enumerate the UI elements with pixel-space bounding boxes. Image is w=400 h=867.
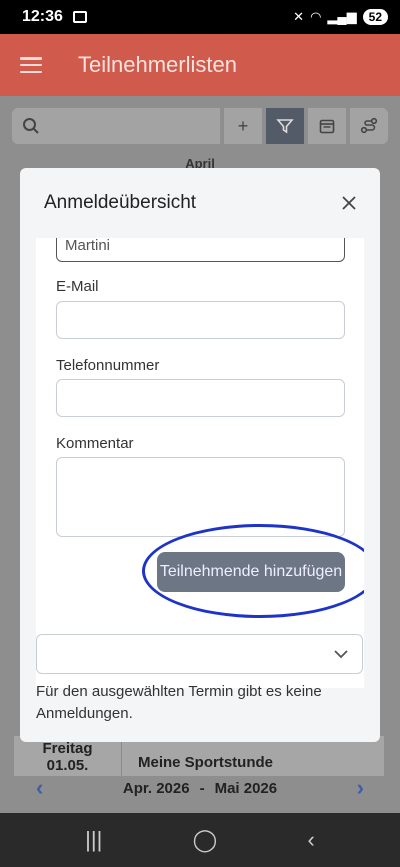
search-input[interactable] bbox=[12, 108, 220, 144]
appointment-select[interactable] bbox=[36, 634, 363, 674]
dialog-header: Anmeldeübersicht bbox=[20, 168, 380, 238]
toolbar: + bbox=[12, 108, 388, 144]
range-start: Apr. 2026 bbox=[122, 779, 190, 797]
status-icons: ✕ ◠ ▂▄▆ 52 bbox=[293, 9, 388, 25]
app-bar: Teilnehmerlisten bbox=[0, 34, 400, 96]
search-icon bbox=[23, 118, 39, 134]
email-label: E-Mail bbox=[56, 278, 99, 295]
signal-icon: ▂▄▆ bbox=[327, 9, 357, 24]
status-bar: 12:36 ✕ ◠ ▂▄▆ 52 bbox=[0, 0, 400, 34]
registration-dialog: Anmeldeübersicht Martini E-Mail Telefonn… bbox=[20, 168, 380, 742]
back-icon[interactable]: ‹ bbox=[308, 827, 315, 853]
phone-label: Telefonnummer bbox=[56, 357, 160, 374]
chevron-right-icon[interactable]: › bbox=[357, 775, 364, 801]
range-separator: - bbox=[199, 779, 205, 797]
comment-field[interactable] bbox=[56, 457, 345, 537]
screenshot-icon bbox=[72, 11, 87, 23]
add-participant-button[interactable]: Teilnehmende hinzufügen bbox=[157, 552, 345, 592]
email-field[interactable] bbox=[56, 301, 345, 339]
chevron-down-icon bbox=[334, 650, 348, 659]
calendar-icon[interactable] bbox=[308, 108, 346, 144]
home-icon[interactable]: ◯ bbox=[193, 827, 218, 853]
system-nav-bar: ||| ◯ ‹ bbox=[0, 813, 400, 867]
battery-indicator: 52 bbox=[362, 9, 388, 25]
dialog-title: Anmeldeübersicht bbox=[44, 192, 197, 213]
route-icon[interactable] bbox=[350, 108, 388, 144]
event-day-name: Freitag bbox=[42, 740, 93, 757]
filter-icon[interactable] bbox=[266, 108, 304, 144]
lastname-field[interactable]: Martini bbox=[56, 238, 345, 262]
add-participant-form: Martini E-Mail Telefonnummer Kommentar T… bbox=[36, 238, 364, 688]
mute-icon: ✕ bbox=[293, 9, 305, 24]
chevron-left-icon[interactable]: ‹ bbox=[36, 775, 43, 801]
close-icon[interactable] bbox=[338, 192, 360, 214]
wifi-icon: ◠ bbox=[310, 9, 322, 24]
recent-apps-icon[interactable]: ||| bbox=[85, 827, 102, 853]
app-title: Teilnehmerlisten bbox=[78, 52, 237, 77]
comment-label: Kommentar bbox=[56, 435, 134, 452]
status-time: 12:36 bbox=[22, 8, 63, 25]
add-icon[interactable]: + bbox=[224, 108, 262, 144]
phone-field[interactable] bbox=[56, 379, 345, 417]
no-registrations-text: Für den ausgewählten Termin gibt es kein… bbox=[36, 683, 322, 722]
hamburger-menu-icon[interactable] bbox=[20, 57, 42, 73]
range-end: Mai 2026 bbox=[214, 779, 278, 797]
date-range-bar: ‹ Apr. 2026 - Mai 2026 › bbox=[0, 768, 400, 808]
